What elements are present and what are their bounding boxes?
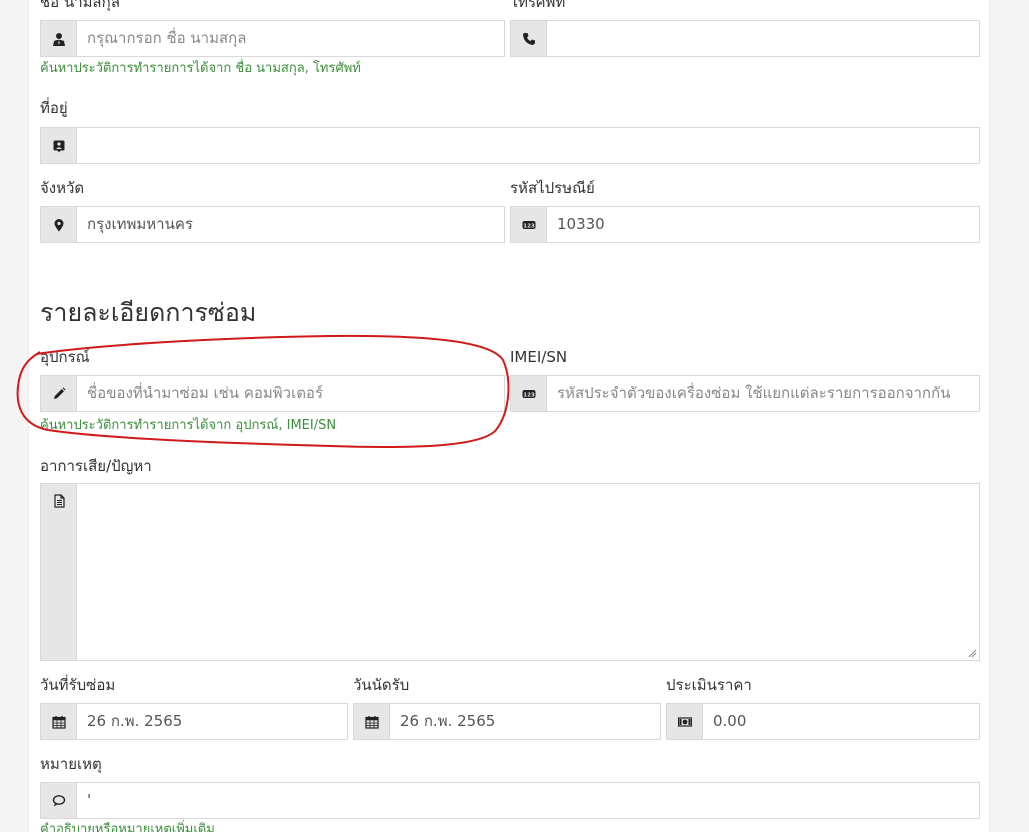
symptom-field[interactable] [40,483,980,661]
estimate-field[interactable]: 0.00 [666,703,980,740]
comment-icon [41,783,77,818]
zipcode-input[interactable]: 10330 [547,207,605,242]
resize-grip-icon[interactable] [967,648,977,658]
note-hint: คำอธิบายหรือหมายเหตุเพิ่มเติม [40,822,215,832]
svg-text:123: 123 [523,223,535,229]
svg-text:123: 123 [523,392,535,398]
map-marker-icon [41,207,77,242]
address-field[interactable] [40,127,980,164]
phone-icon [511,21,547,56]
appointment-date-field[interactable]: 26 ก.พ. 2565 [353,703,661,740]
estimate-label: ประเมินราคา [666,676,752,694]
name-input[interactable]: กรุณากรอก ชื่อ นามสกุล [77,21,246,56]
received-date-label: วันที่รับซ่อม [40,676,116,694]
note-label: หมายเหตุ [40,755,102,773]
zipcode-field[interactable]: 123 10330 [510,206,980,243]
note-input[interactable]: ' [77,783,91,818]
user-icon [41,21,77,56]
province-input[interactable]: กรุงเทพมหานคร [77,207,193,242]
customer-search-hint: ค้นหาประวัติการทำรายการได้จาก ชื่อ นามสก… [40,61,361,76]
pencil-icon [41,376,77,411]
imei-label: IMEI/SN [510,348,568,366]
phone-field[interactable] [510,20,980,57]
name-field[interactable]: กรุณากรอก ชื่อ นามสกุล [40,20,505,57]
address-card-icon [41,128,77,163]
device-input[interactable]: ชื่อของที่นำมาซ่อม เช่น คอมพิวเตอร์ [77,376,323,411]
province-label: จังหวัด [40,179,85,197]
estimate-input[interactable]: 0.00 [703,704,746,739]
address-input[interactable] [77,128,87,163]
phone-label: โทรศัพท์ [510,0,566,11]
zipcode-label: รหัสไปรษณีย์ [510,179,595,197]
numbers-icon: 123 [511,207,547,242]
numbers-icon: 123 [511,376,547,411]
imei-input[interactable]: รหัสประจำตัวของเครื่องซ่อม ใช้แยกแต่ละรา… [547,376,950,411]
received-date-input[interactable]: 26 ก.พ. 2565 [77,704,182,739]
address-label: ที่อยู่ [40,99,68,117]
calendar-icon [354,704,390,739]
device-field[interactable]: ชื่อของที่นำมาซ่อม เช่น คอมพิวเตอร์ [40,375,505,412]
province-field[interactable]: กรุงเทพมหานคร [40,206,505,243]
note-field[interactable]: ' [40,782,980,819]
appointment-date-label: วันนัดรับ [353,676,410,694]
name-label: ชื่อ นามสกุล [40,0,120,11]
symptom-label: อาการเสีย/ปัญหา [40,457,152,475]
phone-input[interactable] [547,21,557,56]
imei-field[interactable]: 123 รหัสประจำตัวของเครื่องซ่อม ใช้แยกแต่… [510,375,980,412]
device-label: อุปกรณ์ [40,348,90,366]
repair-search-hint: ค้นหาประวัติการทำรายการได้จาก อุปกรณ์, I… [40,418,337,433]
appointment-date-input[interactable]: 26 ก.พ. 2565 [390,704,495,739]
document-icon [41,484,77,660]
received-date-field[interactable]: 26 ก.พ. 2565 [40,703,348,740]
calendar-icon [41,704,77,739]
money-icon [667,704,703,739]
repair-section-title: รายละเอียดการซ่อม [40,298,257,327]
